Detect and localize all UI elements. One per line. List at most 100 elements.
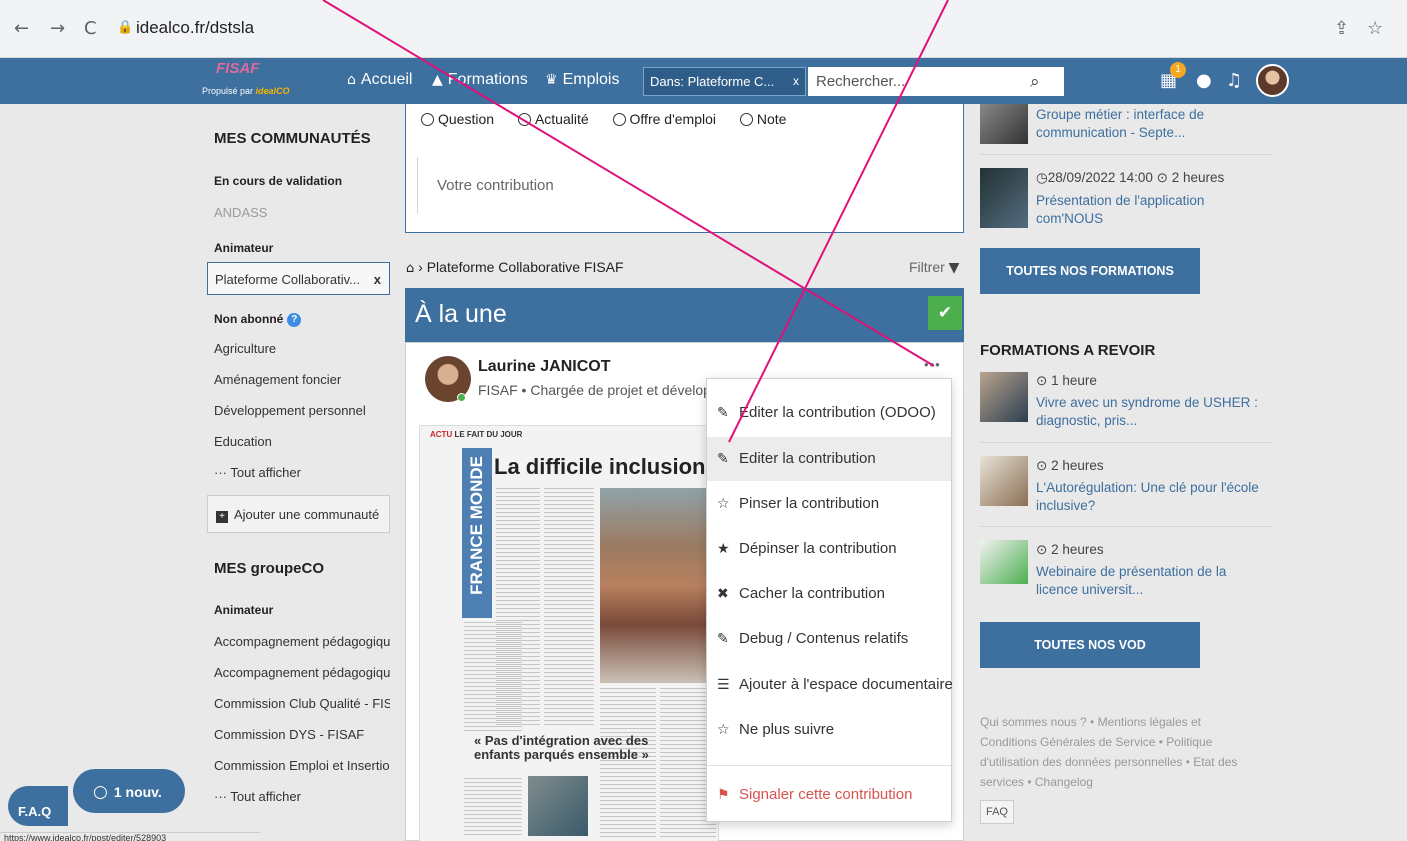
filter-button[interactable]: Filtrer ▼ (909, 259, 959, 276)
menu-item-edit[interactable]: ✎ Editer la contribution (707, 437, 951, 481)
logo-brand: idealCO (255, 86, 290, 96)
show-all-groups[interactable]: ··· Tout afficher (214, 789, 390, 804)
menu-item-add-documents[interactable]: ☰ Ajouter à l'espace documentaire (707, 663, 953, 707)
group-item[interactable]: Commission Club Qualité - FIS/ (214, 696, 390, 711)
graduation-cap-icon: ▲ (432, 72, 443, 88)
event-thumbnail[interactable] (980, 168, 1028, 228)
address-bar[interactable]: idealco.fr/dstsla (136, 18, 254, 38)
radio-actualite[interactable] (517, 113, 531, 126)
radio-question-label[interactable]: Question (438, 111, 494, 127)
home-icon[interactable]: ⌂ (406, 261, 414, 276)
radio-offre-emploi-label[interactable]: Offre d'emploi (630, 111, 716, 127)
faq-button[interactable]: F.A.Q (8, 786, 68, 826)
star-outline-icon: ☆ (717, 496, 730, 512)
group-item[interactable]: Commission Emploi et Insertio (214, 758, 390, 773)
group-item[interactable]: Commission DYS - FISAF (214, 727, 390, 742)
newspaper-band-text: FRANCE MONDE (467, 456, 486, 595)
not-subscribed-label: Non abonné? (214, 312, 302, 327)
group-item[interactable]: Accompagnement pédagogiqu (214, 665, 390, 680)
search-input[interactable] (808, 67, 1064, 96)
documents-icon: ☰ (717, 677, 730, 693)
close-icon[interactable]: x (374, 272, 381, 287)
online-status-icon (457, 393, 466, 402)
edit-icon: ✎ (717, 631, 729, 647)
contribution-input[interactable] (417, 157, 955, 214)
search-icon[interactable]: ⌕ (1030, 72, 1040, 92)
chat-icon[interactable]: ● (1196, 70, 1212, 91)
menu-item-pin[interactable]: ☆ Pinser la contribution (707, 482, 951, 526)
replay-title-link[interactable]: Webinaire de présentation de la licence … (1036, 563, 1266, 599)
group-item[interactable]: Accompagnement pédagogiqu (214, 634, 390, 649)
footer-links[interactable]: Qui sommes nous ? • Mentions légales et … (980, 712, 1260, 792)
all-trainings-button[interactable]: TOUTES NOS FORMATIONS (980, 248, 1200, 294)
replay-thumbnail[interactable] (980, 540, 1028, 584)
filter-icon: ▼ (948, 260, 960, 276)
all-vod-button[interactable]: TOUTES NOS VOD (980, 622, 1200, 668)
nav-accueil-label: Accueil (360, 71, 413, 88)
pending-community[interactable]: ANDASS (214, 205, 390, 220)
app-header: FISAF Propulsé par idealCO ⌂ Accueil ▲ For… (0, 58, 1407, 104)
post-type-options: Question Actualité Offre d'emploi Note (421, 111, 806, 127)
add-community-button[interactable]: + Ajouter une communauté (207, 495, 390, 533)
radio-note[interactable] (739, 113, 753, 126)
chat-button[interactable]: ○ 1 nouv. (73, 769, 185, 813)
bell-icon[interactable]: ♫ (1226, 70, 1242, 91)
newspaper-headline: La difficile inclusion de (494, 454, 718, 480)
menu-item-label: Dépinser la contribution (739, 540, 897, 557)
my-communities-title: MES COMMUNAUTÉS (214, 130, 371, 147)
replay-title-link[interactable]: Vivre avec un syndrome de USHER : diagno… (1036, 394, 1266, 430)
event-thumbnail[interactable] (980, 104, 1028, 144)
logo-text: FISAF (216, 60, 260, 77)
menu-item-hide[interactable]: ✖ Cacher la contribution (707, 572, 951, 616)
replay-duration-text: 1 heure (1051, 373, 1097, 388)
help-icon[interactable]: ? (287, 313, 302, 327)
radio-offre-emploi[interactable] (612, 113, 626, 126)
radio-note-label[interactable]: Note (757, 111, 787, 127)
nav-accueil[interactable]: ⌂ Accueil (347, 71, 412, 89)
radio-question[interactable] (421, 113, 434, 126)
menu-item-label: Editer la contribution (ODOO) (739, 404, 936, 421)
bookmark-star-icon[interactable]: ☆ (1367, 18, 1383, 39)
radio-actualite-label[interactable]: Actualité (535, 111, 589, 127)
user-avatar[interactable] (1256, 64, 1289, 97)
menu-item-report[interactable]: ⚑ Signaler cette contribution (707, 773, 951, 817)
back-icon[interactable]: ← (14, 18, 29, 39)
menu-item-debug[interactable]: ✎ Debug / Contenus relatifs (707, 617, 951, 661)
search-scope-close-icon[interactable]: x (793, 74, 799, 88)
menu-item-unpin[interactable]: ★ Dépinser la contribution (707, 527, 951, 571)
menu-item-unfollow[interactable]: ☆ Ne plus suivre (707, 708, 951, 752)
nav-emplois[interactable]: ♛ Emplois (545, 71, 619, 89)
event-title[interactable]: Groupe métier : interface de communicati… (1036, 106, 1266, 142)
newspaper-image[interactable]: ACTU LE FAIT DU JOUR FRANCE MONDE La dif… (419, 425, 719, 841)
forward-icon[interactable]: → (50, 18, 65, 39)
star-icon: ★ (717, 541, 730, 557)
share-icon[interactable]: ⇪ (1334, 18, 1349, 39)
chat-bubble-icon: ○ (93, 782, 108, 802)
community-item[interactable]: Développement personnel (214, 403, 390, 418)
show-all-communities[interactable]: ··· Tout afficher (214, 465, 390, 480)
breadcrumb-current[interactable]: Plateforme Collaborative FISAF (427, 259, 624, 275)
community-item[interactable]: Education (214, 434, 390, 449)
replay-title-link[interactable]: L'Autorégulation: Une clé pour l'école i… (1036, 479, 1266, 515)
check-icon[interactable]: ✔ (928, 296, 962, 330)
event-title[interactable]: Présentation de l'application com'NOUS (1036, 192, 1266, 228)
faq-link[interactable]: FAQ (980, 800, 1014, 824)
replay-thumbnail[interactable] (980, 456, 1028, 506)
star-outline-icon: ☆ (717, 722, 730, 738)
post-author[interactable]: Laurine JANICOT (478, 358, 610, 376)
newspaper-kicker-text: LE FAIT DU JOUR (454, 430, 523, 439)
edit-icon: ✎ (717, 405, 729, 421)
replay-thumbnail[interactable] (980, 372, 1028, 422)
newspaper-photo-small (528, 776, 588, 836)
community-item[interactable]: Agriculture (214, 341, 390, 356)
menu-item-label: Debug / Contenus relatifs (739, 630, 909, 647)
reload-icon[interactable]: C (84, 18, 97, 39)
post-author-role: FISAF • Chargée de projet et développeme… (478, 382, 708, 398)
fisaf-logo[interactable]: FISAF Propulsé par idealCO (202, 60, 337, 102)
selected-community[interactable]: Plateforme Collaborativ... x (207, 262, 390, 295)
search-scope-chip[interactable]: Dans: Plateforme C... x (643, 67, 806, 96)
community-item[interactable]: Aménagement foncier (214, 372, 390, 387)
more-options-icon[interactable]: ••• (924, 357, 941, 372)
menu-item-edit-odoo[interactable]: ✎ Editer la contribution (ODOO) (707, 391, 951, 435)
nav-formations[interactable]: ▲ Formations (432, 71, 528, 89)
